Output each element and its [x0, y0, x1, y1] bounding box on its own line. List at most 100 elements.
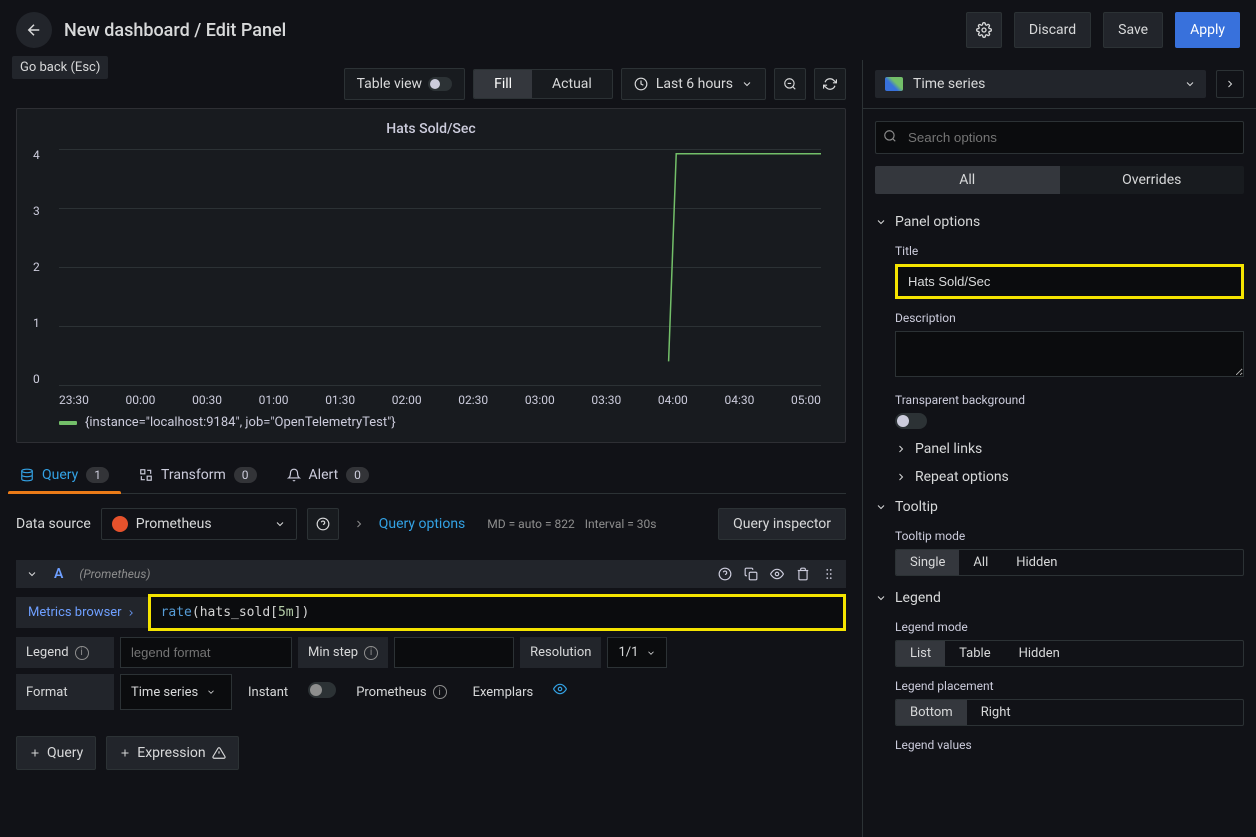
transparent-bg-toggle[interactable] [895, 413, 927, 429]
query-source: (Prometheus) [79, 567, 150, 581]
table-view-label: Table view [357, 76, 423, 92]
section-panel-options[interactable]: Panel options [863, 206, 1256, 238]
legend-swatch [59, 421, 77, 425]
chevron-down-icon [875, 501, 887, 513]
chevron-down-icon [741, 78, 753, 90]
chart-grid [59, 149, 821, 385]
info-icon[interactable]: i [75, 646, 89, 660]
metrics-browser-button[interactable]: Metrics browser [16, 597, 148, 628]
chevron-right-icon [1224, 78, 1236, 90]
datasource-help-button[interactable] [307, 508, 339, 540]
panel-description-input[interactable] [895, 331, 1244, 377]
plus-icon [119, 747, 131, 759]
back-button[interactable]: Go back (Esc) [16, 12, 52, 48]
discard-button[interactable]: Discard [1014, 12, 1091, 48]
zoom-out-icon [783, 77, 797, 91]
refresh-button[interactable] [814, 68, 846, 100]
tab-all[interactable]: All [875, 166, 1060, 194]
plus-icon [29, 747, 41, 759]
tab-overrides[interactable]: Overrides [1060, 166, 1245, 194]
chevron-down-icon [875, 592, 887, 604]
add-query-button[interactable]: Query [16, 736, 96, 770]
x-axis: 23:3000:0000:3001:0001:3002:0002:3003:00… [59, 393, 821, 407]
save-button[interactable]: Save [1103, 12, 1163, 48]
clock-icon [634, 77, 648, 91]
drag-icon[interactable] [822, 567, 836, 581]
search-icon [883, 129, 897, 143]
tooltip-single[interactable]: Single [896, 550, 959, 575]
chart-legend: {instance="localhost:9184", job="OpenTel… [59, 415, 833, 430]
actual-option[interactable]: Actual [532, 70, 612, 98]
minstep-label: Min stepi [298, 637, 388, 668]
query-options-link[interactable]: Query options [379, 516, 466, 532]
bell-icon [287, 468, 301, 482]
legend-right[interactable]: Right [967, 700, 1025, 725]
fill-actual-toggle[interactable]: Fill Actual [473, 69, 613, 99]
query-inspector-button[interactable]: Query inspector [718, 508, 846, 540]
info-icon[interactable]: i [433, 685, 447, 699]
transparent-bg-label: Transparent background [895, 393, 1244, 407]
format-label: Format [16, 674, 114, 710]
timeseries-icon [885, 77, 903, 91]
tab-alert[interactable]: Alert 0 [283, 459, 373, 493]
chevron-down-icon [26, 568, 38, 580]
expand-panel-button[interactable] [1216, 70, 1244, 98]
eye-icon[interactable] [553, 682, 567, 696]
legend-hidden[interactable]: Hidden [1005, 641, 1074, 666]
datasource-select[interactable]: Prometheus [101, 508, 297, 540]
toggle-icon [428, 77, 452, 91]
section-tooltip[interactable]: Tooltip [863, 491, 1256, 523]
prometheus-icon [112, 516, 128, 532]
legend-table[interactable]: Table [945, 641, 1004, 666]
legend-list[interactable]: List [896, 641, 945, 666]
time-range-picker[interactable]: Last 6 hours [621, 68, 766, 100]
query-header[interactable]: A (Prometheus) [16, 560, 846, 588]
tooltip-mode-group[interactable]: Single All Hidden [895, 549, 1244, 576]
search-options-input[interactable] [875, 121, 1244, 154]
chart-line [59, 149, 821, 385]
legend-input[interactable] [120, 637, 292, 668]
apply-button[interactable]: Apply [1175, 12, 1240, 48]
format-select[interactable]: Time series [120, 674, 232, 710]
legend-mode-group[interactable]: List Table Hidden [895, 640, 1244, 667]
repeat-options-section[interactable]: Repeat options [863, 463, 1256, 491]
resolution-select[interactable]: 1/1 [607, 637, 667, 668]
section-legend[interactable]: Legend [863, 582, 1256, 614]
info-icon[interactable]: i [364, 646, 378, 660]
chevron-right-icon [895, 443, 907, 455]
copy-icon[interactable] [744, 567, 758, 581]
panel-title-input[interactable] [895, 264, 1244, 299]
trash-icon[interactable] [796, 567, 810, 581]
table-view-toggle[interactable]: Table view [344, 68, 466, 100]
resolution-label: Resolution [520, 637, 601, 668]
chevron-right-icon [349, 518, 369, 530]
arrow-left-icon [25, 21, 43, 39]
minstep-input[interactable] [394, 637, 514, 668]
legend-mode-label: Legend mode [895, 620, 1244, 634]
legend-placement-group[interactable]: Bottom Right [895, 699, 1244, 726]
interval-info: Interval = 30s [585, 517, 657, 531]
chevron-right-icon [895, 471, 907, 483]
chevron-down-icon [875, 216, 887, 228]
panel-links-section[interactable]: Panel links [863, 435, 1256, 463]
tooltip-hidden[interactable]: Hidden [1002, 550, 1071, 575]
legend-bottom[interactable]: Bottom [896, 700, 967, 725]
panel-preview: Hats Sold/Sec 4 3 2 1 0 [16, 108, 846, 443]
question-icon [316, 517, 330, 531]
legend-values-label: Legend values [895, 738, 1244, 752]
tooltip-all[interactable]: All [959, 550, 1002, 575]
help-icon[interactable] [718, 567, 732, 581]
query-input[interactable]: rate(hats_sold[5m]) [148, 594, 846, 631]
add-expression-button[interactable]: Expression [106, 736, 238, 770]
warning-icon [212, 746, 226, 760]
settings-button[interactable] [966, 12, 1002, 48]
chevron-down-icon [206, 687, 216, 697]
fill-option[interactable]: Fill [474, 70, 532, 98]
prometheus-label: Prometheusi [346, 674, 456, 710]
instant-toggle[interactable] [308, 682, 336, 698]
visualization-picker[interactable]: Time series [875, 70, 1206, 98]
tab-query[interactable]: Query 1 [16, 459, 113, 493]
eye-icon[interactable] [770, 567, 784, 581]
tab-transform[interactable]: Transform 0 [135, 459, 261, 493]
zoom-out-button[interactable] [774, 68, 806, 100]
